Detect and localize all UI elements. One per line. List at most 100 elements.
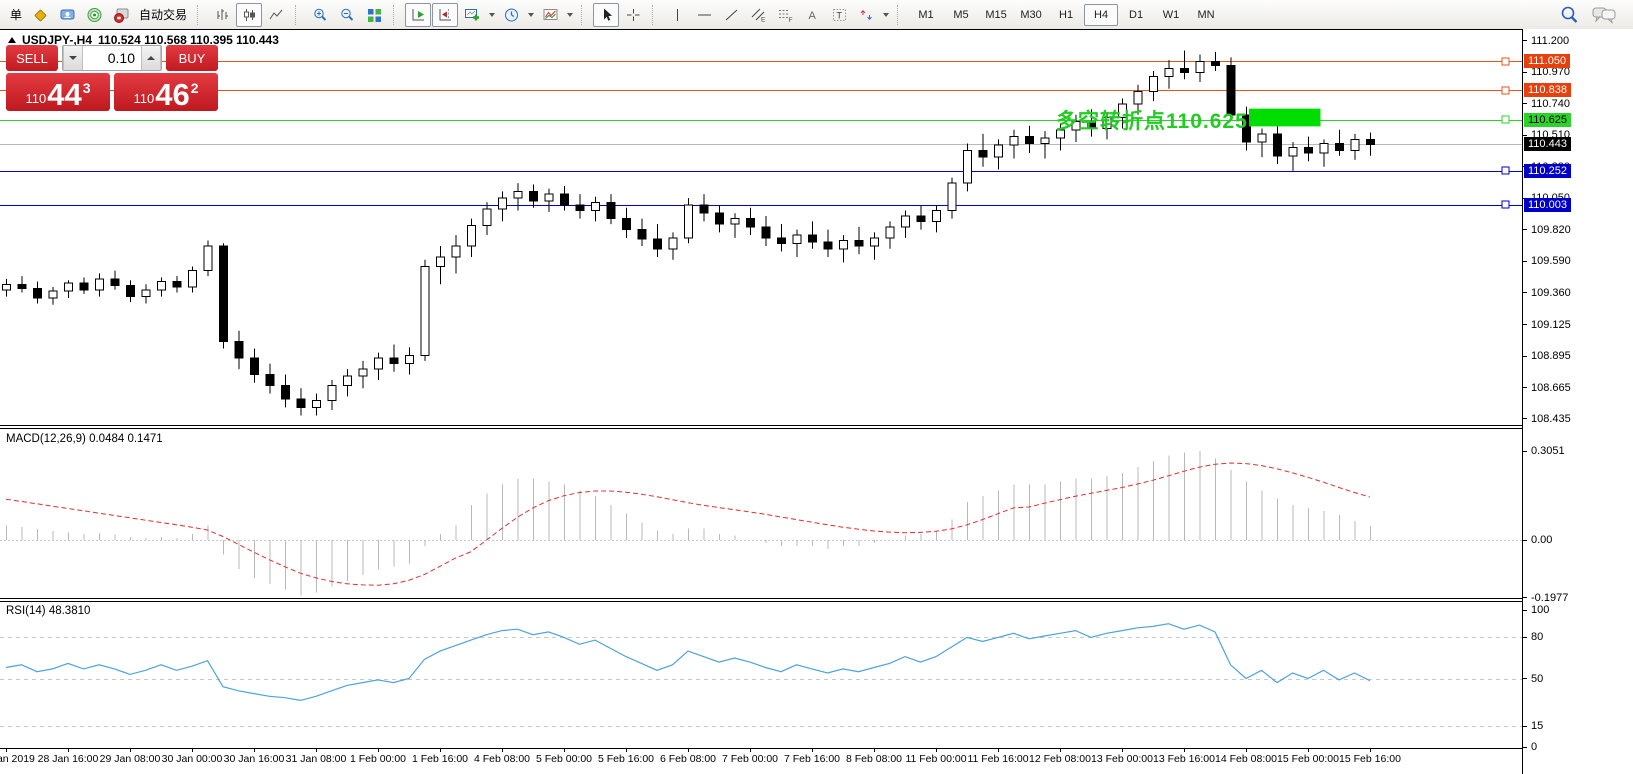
macd-tick: 0.00 [1523, 534, 1552, 547]
cursor-icon[interactable] [593, 3, 619, 27]
candle-body [592, 202, 600, 210]
time-tick [936, 749, 937, 752]
gold-icon[interactable] [27, 3, 53, 27]
signals-icon[interactable] [81, 3, 107, 27]
candle-body [685, 205, 693, 238]
arrow-up-icon [147, 56, 155, 60]
indicators-dropdown-caret[interactable] [489, 13, 495, 17]
price-tick: 109.590 [1523, 255, 1571, 268]
time-axis[interactable]: 28 Jan 201928 Jan 16:0029 Jan 08:0030 Ja… [0, 749, 1522, 774]
auto-scroll-icon[interactable] [405, 3, 431, 27]
level-price-badge: 111.050 [1524, 54, 1570, 68]
channel-icon[interactable]: E [745, 3, 771, 27]
autotrade-icon[interactable] [108, 3, 134, 27]
candle-body [359, 369, 367, 376]
timeframe-button-m15[interactable]: M15 [979, 4, 1013, 26]
zoom-out-icon[interactable] [334, 3, 360, 27]
volume-input[interactable] [83, 46, 141, 70]
level-price-badge: 110.625 [1524, 113, 1571, 127]
macd-signal-line [6, 463, 1370, 585]
time-tick [130, 749, 131, 752]
arrows-icon[interactable] [853, 3, 879, 27]
templates-dropdown-caret[interactable] [567, 13, 573, 17]
candle-body [1212, 61, 1220, 65]
time-tick [68, 749, 69, 752]
toolbar-separator [393, 5, 400, 25]
search-icon[interactable] [1559, 5, 1581, 25]
main-chart[interactable] [0, 30, 1522, 425]
one-click-trading-panel: SELL BUY 110 44 3 110 46 2 [6, 45, 218, 111]
macd-panel[interactable] [0, 430, 1522, 598]
tile-windows-icon[interactable] [361, 3, 387, 27]
trendline-icon[interactable] [718, 3, 744, 27]
arrow-down-icon [69, 56, 77, 60]
candle-body [3, 284, 11, 289]
volume-increase-button[interactable] [141, 46, 161, 70]
collapse-arrow-icon[interactable] [8, 37, 16, 43]
candle-body [1336, 143, 1344, 150]
rsi-tick: 15 [1523, 720, 1543, 733]
candlestick-icon[interactable] [236, 3, 262, 27]
buy-button[interactable]: BUY [166, 45, 218, 71]
time-tick [812, 749, 813, 752]
candle-body [530, 191, 538, 201]
time-tick [1060, 749, 1061, 752]
candle-body [1274, 134, 1282, 156]
label-icon[interactable]: T [826, 3, 852, 27]
label-letter: T [836, 10, 842, 20]
periods-dropdown-caret[interactable] [528, 13, 534, 17]
candle-body [824, 242, 832, 249]
price-axis[interactable]: 111.200110.970110.740110.510110.280110.0… [1522, 29, 1633, 774]
candle-body [654, 239, 662, 249]
buy-price-button[interactable]: 110 46 2 [114, 73, 218, 111]
candle-body [607, 202, 615, 218]
auto-trading-label[interactable]: 自动交易 [139, 6, 187, 23]
candle-body [855, 241, 863, 246]
rsi-panel[interactable] [0, 602, 1522, 748]
text-icon[interactable]: A [799, 3, 825, 27]
candle-body [979, 150, 987, 157]
timeframe-button-h1[interactable]: H1 [1049, 4, 1083, 26]
candle-body [111, 279, 119, 286]
indicators-icon[interactable] [459, 3, 485, 27]
candle-body [964, 150, 972, 183]
current-price-badge: 110.443 [1524, 137, 1571, 151]
panel-separator[interactable] [0, 425, 1522, 429]
candle-body [1026, 137, 1034, 144]
timeframe-button-w1[interactable]: W1 [1154, 4, 1188, 26]
chart-shift-icon[interactable] [432, 3, 458, 27]
candle-body [638, 230, 646, 240]
timeframe-button-m5[interactable]: M5 [944, 4, 978, 26]
timeframe-button-m30[interactable]: M30 [1014, 4, 1048, 26]
volume-decrease-button[interactable] [63, 46, 83, 70]
vertical-line-icon[interactable] [664, 3, 690, 27]
templates-icon[interactable] [537, 3, 563, 27]
rsi-tick: 0 [1523, 741, 1537, 754]
horizontal-line-icon[interactable] [691, 3, 717, 27]
fibonacci-icon[interactable]: F [772, 3, 798, 27]
sell-price-button[interactable]: 110 44 3 [6, 73, 110, 111]
candle-body [545, 194, 553, 201]
text-letter: A [808, 10, 816, 22]
periods-icon[interactable] [498, 3, 524, 27]
highlight-zone [1249, 109, 1321, 127]
timeframe-button-h4[interactable]: H4 [1084, 4, 1118, 26]
zoom-in-icon[interactable] [307, 3, 333, 27]
line-chart-icon[interactable] [263, 3, 289, 27]
level-price-badge: 110.003 [1524, 198, 1571, 212]
community-icon[interactable] [54, 3, 80, 27]
bar-chart-icon[interactable] [209, 3, 235, 27]
chat-icon[interactable] [1591, 5, 1617, 25]
timeframe-button-d1[interactable]: D1 [1119, 4, 1153, 26]
arrows-dropdown-caret[interactable] [883, 13, 889, 17]
crosshair-icon[interactable] [620, 3, 646, 27]
candle-body [313, 401, 321, 408]
candle-body [902, 216, 910, 227]
candle-body [762, 227, 770, 238]
sell-button[interactable]: SELL [6, 45, 58, 71]
price-tick: 108.435 [1523, 412, 1571, 425]
timeframe-button-m1[interactable]: M1 [909, 4, 943, 26]
timeframe-button-mn[interactable]: MN [1189, 4, 1223, 26]
candle-body [871, 238, 879, 246]
time-tick [874, 749, 875, 752]
